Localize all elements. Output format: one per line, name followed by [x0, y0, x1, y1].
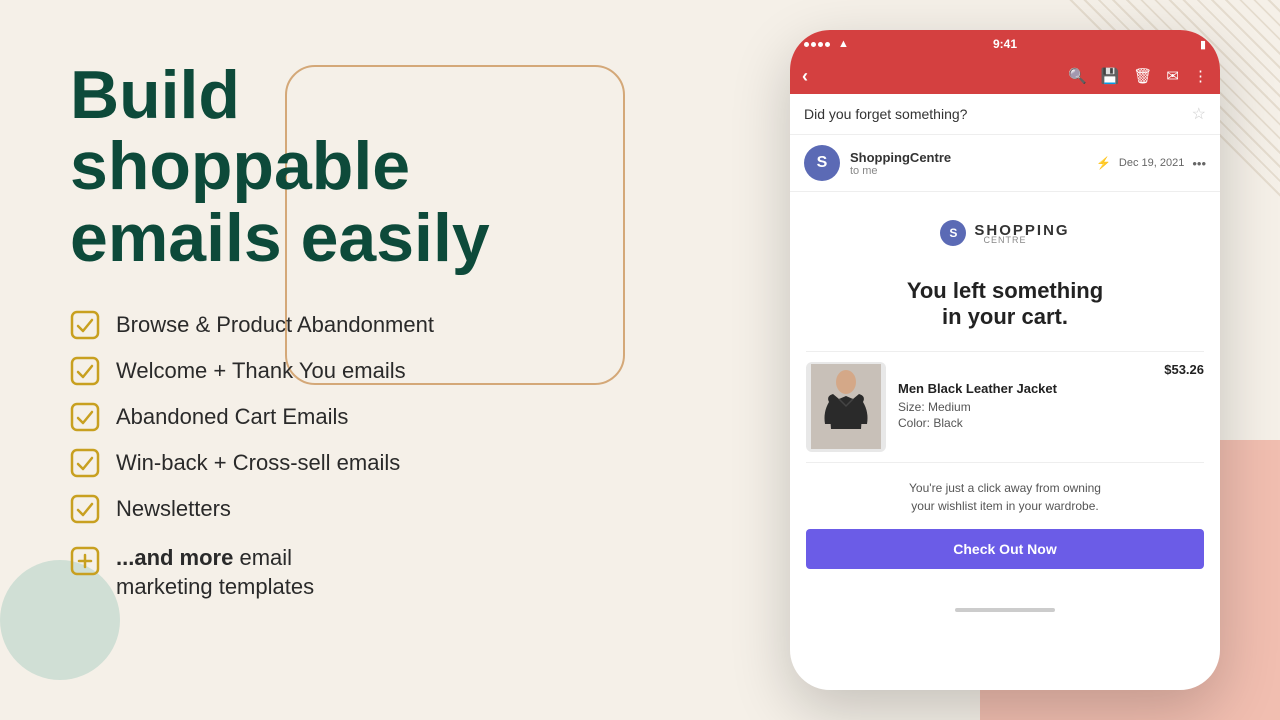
feature-text: Browse & Product Abandonment: [116, 312, 434, 338]
lightning-icon: ⚡: [1096, 156, 1111, 170]
phone-status-bar: ▲ 9:41 ▮: [790, 30, 1220, 58]
sender-to: to me: [850, 165, 1086, 177]
signal-dot: [811, 42, 816, 47]
feature-text: Abandoned Cart Emails: [116, 404, 348, 430]
sender-info: ShoppingCentre to me: [850, 150, 1086, 177]
feature-text: Win-back + Cross-sell emails: [116, 450, 400, 476]
product-color: Color: Black: [898, 416, 1152, 430]
status-signal: [804, 42, 830, 47]
feature-text: Newsletters: [116, 496, 231, 522]
signal-dot: [818, 42, 823, 47]
email-subject: Did you forget something?: [804, 106, 967, 122]
feature-list: Browse & Product Abandonment Welcome + T…: [70, 310, 650, 524]
product-image: [806, 362, 886, 452]
brand-text: SHOPPING CENTRE: [974, 222, 1069, 245]
signal-dot: [825, 42, 830, 47]
email-meta: ⚡ Dec 19, 2021 •••: [1096, 156, 1206, 171]
signal-dot: [804, 42, 809, 47]
phone-mockup: ▲ 9:41 ▮ ‹ 🔍 💾 🗑 ✉ ⋮ Did you forget some…: [790, 30, 1220, 690]
email-sender-row: S ShoppingCentre to me ⚡ Dec 19, 2021 ••…: [790, 135, 1220, 192]
email-more-icon[interactable]: •••: [1192, 156, 1206, 171]
feature-text: Welcome + Thank You emails: [116, 358, 406, 384]
email-toolbar: ‹ 🔍 💾 🗑 ✉ ⋮: [790, 58, 1220, 94]
check-icon: [70, 310, 100, 340]
check-icon: [70, 448, 100, 478]
phone-home-bar: [790, 597, 1220, 623]
list-item: Welcome + Thank You emails: [70, 356, 650, 386]
list-item: Win-back + Cross-sell emails: [70, 448, 650, 478]
feature-more-text: ...and more emailmarketing templates: [116, 544, 314, 601]
back-button[interactable]: ‹: [802, 66, 808, 87]
home-bar-indicator: [955, 608, 1055, 612]
more-options-icon[interactable]: ⋮: [1193, 67, 1208, 85]
star-icon[interactable]: ☆: [1192, 104, 1206, 124]
product-price: $53.26: [1164, 362, 1204, 377]
product-info: Men Black Leather Jacket Size: Medium Co…: [898, 381, 1152, 432]
main-title: Build shoppable emails easily: [70, 60, 650, 274]
check-icon: [70, 402, 100, 432]
email-body: S SHOPPING CENTRE You left something in …: [790, 200, 1220, 589]
brand-logo-row: S SHOPPING CENTRE: [806, 220, 1204, 258]
phone-outer: ▲ 9:41 ▮ ‹ 🔍 💾 🗑 ✉ ⋮ Did you forget some…: [790, 30, 1220, 690]
list-item: Abandoned Cart Emails: [70, 402, 650, 432]
product-size: Size: Medium: [898, 400, 1152, 414]
delete-icon[interactable]: 🗑: [1133, 67, 1152, 85]
status-time: 9:41: [993, 37, 1017, 51]
sender-name: ShoppingCentre: [850, 150, 1086, 165]
toolbar-icons: 🔍 💾 🗑 ✉ ⋮: [1068, 67, 1208, 85]
status-left: ▲: [804, 38, 849, 50]
search-icon[interactable]: 🔍: [1068, 67, 1087, 85]
check-icon: [70, 356, 100, 386]
product-name: Men Black Leather Jacket: [898, 381, 1152, 396]
product-row: Men Black Leather Jacket Size: Medium Co…: [806, 351, 1204, 463]
sender-avatar: S: [804, 145, 840, 181]
email-cta-text: You're just a click away from owning you…: [806, 479, 1204, 515]
list-item: Browse & Product Abandonment: [70, 310, 650, 340]
checkout-button[interactable]: Check Out Now: [806, 529, 1204, 569]
product-image-svg: [811, 364, 881, 449]
status-right: ▮: [1200, 38, 1206, 51]
email-icon[interactable]: ✉: [1166, 67, 1179, 85]
feature-more-item: ...and more emailmarketing templates: [70, 544, 650, 601]
plus-icon: [70, 546, 100, 576]
check-icon: [70, 494, 100, 524]
email-date: Dec 19, 2021: [1119, 157, 1184, 169]
save-icon[interactable]: 💾: [1101, 67, 1120, 85]
wifi-icon: ▲: [838, 38, 849, 50]
list-item: Newsletters: [70, 494, 650, 524]
battery-icon: ▮: [1200, 38, 1206, 51]
email-subject-bar: Did you forget something? ☆: [790, 94, 1220, 135]
left-content: Build shoppable emails easily Browse & P…: [70, 60, 650, 601]
email-headline: You left something in your cart.: [806, 278, 1204, 331]
